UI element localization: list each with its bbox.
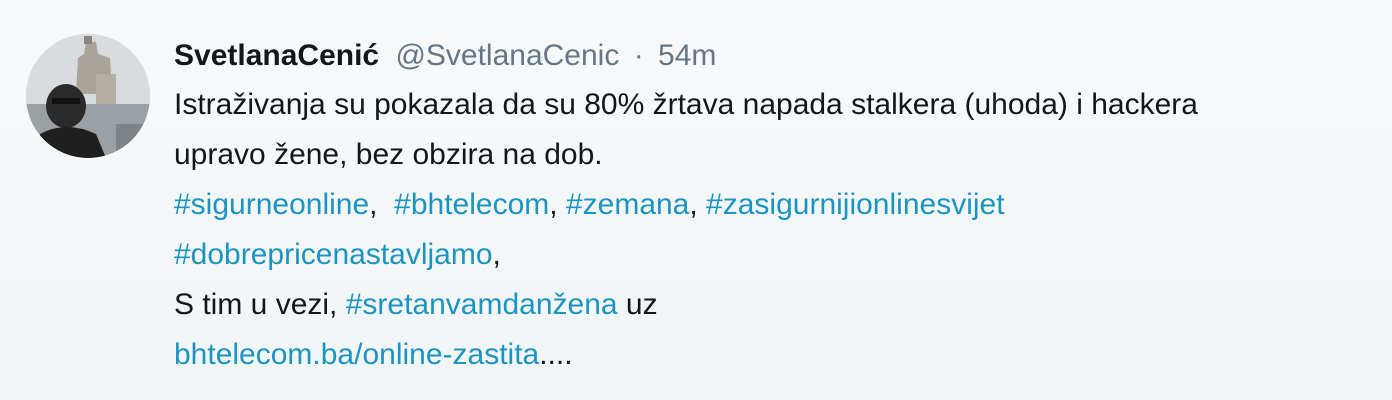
hashtag-separator: , — [549, 188, 566, 221]
author-handle[interactable]: @SvetlanaCenic — [395, 39, 619, 72]
tweet-text-line-1: Istraživanja su pokazala da su 80% žrtav… — [174, 88, 1198, 121]
hashtags-line-2: #dobrepricenastavljamo, — [174, 230, 1354, 280]
tweet-text-line-2: upravo žene, bez obzira na dob. — [174, 138, 603, 171]
avatar-image — [26, 34, 150, 158]
link-ellipsis: .... — [539, 338, 573, 371]
hashtag-separator: , — [369, 188, 395, 221]
tweet-timestamp[interactable]: 54m — [658, 39, 716, 72]
hashtag-zasigurnijionlinesvijet[interactable]: #zasigurnijionlinesvijet — [706, 188, 1005, 221]
avatar[interactable] — [26, 34, 150, 158]
author-display-name[interactable]: SvetlanaCenić — [174, 39, 379, 72]
hashtag-dobrepricenastavljamo[interactable]: #dobrepricenastavljamo — [174, 238, 493, 271]
tweet-link[interactable]: bhtelecom.ba/online-zastita — [174, 338, 539, 371]
hashtag-sigurneonline[interactable]: #sigurneonline — [174, 188, 369, 221]
hashtag-separator: , — [689, 188, 707, 221]
tweet-text-line-5: S tim u vezi, #sretanvamdanžena uz — [174, 280, 1354, 330]
text-suffix: uz — [617, 288, 658, 321]
tweet-link-line: bhtelecom.ba/online-zastita.... — [174, 330, 1354, 380]
tweet-header: SvetlanaCenić @SvetlanaCenic · 54m — [174, 34, 1354, 78]
tweet-content: SvetlanaCenić @SvetlanaCenic · 54m Istra… — [174, 34, 1354, 380]
tweet-text: Istraživanja su pokazala da su 80% žrtav… — [174, 80, 1354, 380]
header-separator: · — [633, 39, 644, 72]
hashtags-line-1: #sigurneonline, #bhtelecom, #zemana, #za… — [174, 180, 1354, 230]
hashtag-sretanvamdanzena[interactable]: #sretanvamdanžena — [346, 288, 618, 321]
tweet-card[interactable]: SvetlanaCenić @SvetlanaCenic · 54m Istra… — [0, 0, 1392, 400]
hashtag-separator: , — [492, 238, 501, 271]
hashtag-bhtelecom[interactable]: #bhtelecom — [394, 188, 549, 221]
hashtag-zemana[interactable]: #zemana — [566, 188, 689, 221]
text-prefix: S tim u vezi, — [174, 288, 346, 321]
